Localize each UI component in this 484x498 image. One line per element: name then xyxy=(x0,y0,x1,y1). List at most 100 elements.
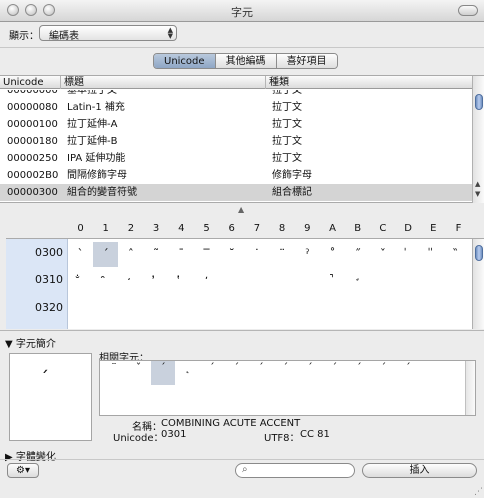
character-cell[interactable]: ̎ xyxy=(421,242,446,267)
character-cell[interactable]: ̒ xyxy=(118,270,143,295)
related-character-cell[interactable]: ¨ xyxy=(102,361,126,385)
toolbar-toggle-button[interactable] xyxy=(458,5,478,16)
column-header-category[interactable]: 種類 xyxy=(266,76,472,89)
related-character-cell[interactable]: ˊ xyxy=(274,361,298,385)
character-cell[interactable]: ˆ xyxy=(118,242,143,267)
related-character-cell[interactable]: ˊ xyxy=(347,361,371,385)
character-cell[interactable] xyxy=(219,298,244,323)
related-character-cell[interactable]: ˊ xyxy=(298,361,322,385)
character-cell[interactable]: ̕ xyxy=(194,270,219,295)
tab-other-encodings[interactable]: 其他編碼 xyxy=(214,54,276,68)
related-character-cell[interactable]: ˊ xyxy=(200,361,224,385)
related-character-cell[interactable]: ˊ xyxy=(225,361,249,385)
display-label: 顯示： xyxy=(9,31,39,42)
table-row[interactable]: 00000080 Latin-1 補充 拉丁文 xyxy=(0,99,472,116)
character-cell[interactable]: ˙ xyxy=(244,242,269,267)
glyph-preview: ˊ xyxy=(9,353,92,441)
related-scrollbar[interactable] xyxy=(465,361,475,415)
character-cell[interactable]: ˀ xyxy=(295,242,320,267)
character-cell[interactable] xyxy=(396,270,421,295)
action-menu-button[interactable]: ⚙▾ xyxy=(7,463,39,478)
character-cell[interactable]: ˜ xyxy=(144,242,169,267)
character-cell[interactable] xyxy=(144,298,169,323)
row-category: 拉丁文 xyxy=(272,90,302,96)
grid-row-label: 0300 xyxy=(35,246,63,259)
character-cell[interactable] xyxy=(421,270,446,295)
name-value: COMBINING ACUTE ACCENT xyxy=(161,418,301,429)
scrollbar-thumb[interactable] xyxy=(475,245,483,261)
scroll-up-icon[interactable]: ▲ xyxy=(475,180,480,188)
character-cell[interactable] xyxy=(244,298,269,323)
tab-favorites[interactable]: 喜好項目 xyxy=(275,54,337,68)
character-cell[interactable]: ˚ xyxy=(320,242,345,267)
table-row[interactable]: 00000000 基本拉丁文 拉丁文 xyxy=(0,90,472,99)
character-cell[interactable]: ̏ xyxy=(446,242,471,267)
character-cell[interactable] xyxy=(421,298,446,323)
character-cell[interactable]: ¨ xyxy=(270,242,295,267)
character-cell[interactable] xyxy=(396,298,421,323)
resize-handle-icon[interactable]: ⋰ xyxy=(474,487,483,497)
related-character-cell[interactable]: ˊ xyxy=(372,361,396,385)
character-cell[interactable] xyxy=(270,270,295,295)
scroll-down-icon[interactable]: ▼ xyxy=(475,190,480,198)
character-cell[interactable] xyxy=(68,298,93,323)
character-cell[interactable]: ´ xyxy=(93,242,119,267)
table-row[interactable]: 00000180 拉丁延伸-B 拉丁文 xyxy=(0,133,472,150)
table-scrollbar[interactable]: ▲ ▼ xyxy=(472,76,484,203)
display-select[interactable]: 編碼表 ▲ ▼ xyxy=(39,25,177,42)
column-header-title[interactable]: 標題 xyxy=(61,76,266,89)
table-row[interactable]: 00000100 拉丁延伸-A 拉丁文 xyxy=(0,116,472,133)
character-cell[interactable]: ¯ xyxy=(169,242,194,267)
character-cell[interactable] xyxy=(169,298,194,323)
character-cell[interactable]: ‾ xyxy=(194,242,219,267)
character-cell[interactable]: ̓ xyxy=(144,270,169,295)
character-cell[interactable]: ` xyxy=(68,242,93,267)
character-cell[interactable] xyxy=(370,270,395,295)
character-cell[interactable]: ̐ xyxy=(68,270,93,295)
character-cell[interactable] xyxy=(345,298,370,323)
character-cell[interactable] xyxy=(270,298,295,323)
table-row[interactable]: 000002B0 間隔修飾字母 修飾字母 xyxy=(0,167,472,184)
unicode-value: 0301 xyxy=(161,429,187,440)
table-row-selected[interactable]: 00000300 組合的變音符號 組合標記 xyxy=(0,184,472,201)
related-character-cell[interactable]: ˊ xyxy=(396,361,420,385)
related-character-cell[interactable]: ˊ xyxy=(323,361,347,385)
character-cell[interactable] xyxy=(295,270,320,295)
grid-cells: `´ˆ˜¯‾˘˙¨ˀ˚˝ˇ̛̍̎̏̐̑̒̓̔̕̚ xyxy=(68,239,472,329)
character-cell[interactable] xyxy=(320,298,345,323)
search-input[interactable] xyxy=(254,465,350,476)
character-cell[interactable] xyxy=(370,298,395,323)
splitter-handle-icon[interactable]: ▲ xyxy=(238,205,244,214)
character-cell[interactable] xyxy=(219,270,244,295)
column-header-unicode[interactable]: Unicode xyxy=(0,76,61,89)
row-title: 組合的變音符號 xyxy=(67,187,137,198)
character-cell[interactable]: ̔ xyxy=(169,270,194,295)
related-character-cell[interactable]: ˛ xyxy=(176,361,200,385)
character-cell[interactable] xyxy=(446,270,471,295)
character-cell[interactable] xyxy=(194,298,219,323)
font-variation-disclosure[interactable]: ▶ 字體變化 xyxy=(5,448,56,463)
character-cell[interactable]: ˝ xyxy=(345,242,370,267)
insert-button[interactable]: 插入 xyxy=(362,463,477,478)
character-cell[interactable] xyxy=(118,298,143,323)
character-cell[interactable] xyxy=(295,298,320,323)
character-cell[interactable]: ̑ xyxy=(93,270,118,295)
related-character-cell[interactable]: ˇ xyxy=(127,361,151,385)
character-cell[interactable]: ̍ xyxy=(396,242,421,267)
character-info-disclosure[interactable]: ▼ 字元簡介 xyxy=(5,335,56,350)
character-cell[interactable]: ̛ xyxy=(345,270,370,295)
grid-scrollbar[interactable] xyxy=(472,239,484,329)
window-title: 字元 xyxy=(231,6,253,19)
table-row[interactable]: 00000250 IPA 延伸功能 拉丁文 xyxy=(0,150,472,167)
character-cell[interactable]: ˘ xyxy=(219,242,244,267)
scrollbar-thumb[interactable] xyxy=(475,94,483,110)
character-cell[interactable]: ̚ xyxy=(320,270,345,295)
tab-unicode[interactable]: Unicode xyxy=(154,54,215,68)
related-character-cell[interactable]: ˊ xyxy=(151,361,175,385)
character-cell[interactable] xyxy=(446,298,471,323)
character-cell[interactable]: ˇ xyxy=(370,242,395,267)
search-field[interactable]: ⌕ xyxy=(235,463,355,478)
related-character-cell[interactable]: ˊ xyxy=(249,361,273,385)
character-cell[interactable] xyxy=(93,298,118,323)
character-cell[interactable] xyxy=(244,270,269,295)
